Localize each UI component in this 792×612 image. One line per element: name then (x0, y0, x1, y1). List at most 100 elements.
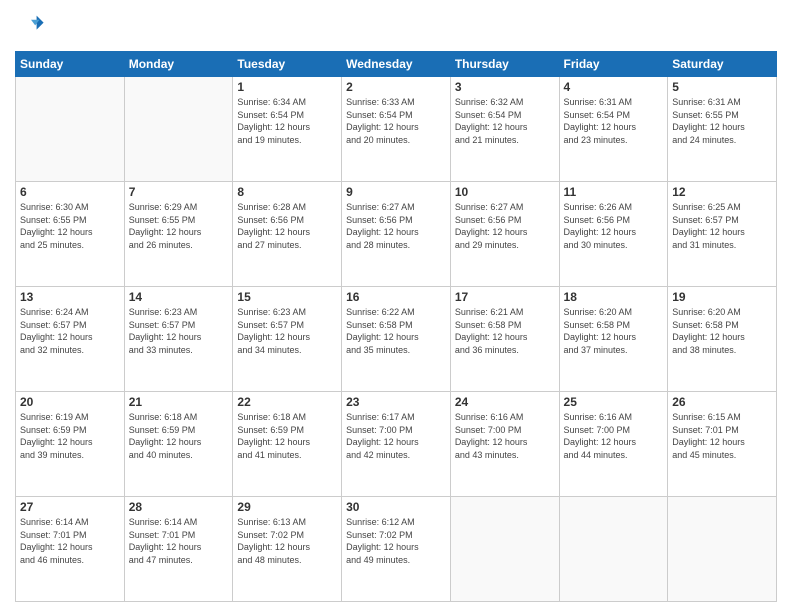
day-number: 12 (672, 185, 772, 199)
day-info: Sunrise: 6:13 AM Sunset: 7:02 PM Dayligh… (237, 516, 337, 566)
calendar-cell: 8 Sunrise: 6:28 AM Sunset: 6:56 PM Daylig… (233, 182, 342, 287)
calendar-cell: 28 Sunrise: 6:14 AM Sunset: 7:01 PM Dayli… (124, 497, 233, 602)
calendar-cell: 2 Sunrise: 6:33 AM Sunset: 6:54 PM Daylig… (342, 77, 451, 182)
day-number: 22 (237, 395, 337, 409)
calendar-week-1: 1Sunrise: 6:34 AM Sunset: 6:54 PM Daylig… (16, 77, 777, 182)
calendar-cell: 10 Sunrise: 6:27 AM Sunset: 6:56 PM Dayli… (450, 182, 559, 287)
day-info: Sunrise: 6:28 AM Sunset: 6:56 PM Dayligh… (237, 201, 337, 251)
day-info: Sunrise: 6:18 AM Sunset: 6:59 PM Dayligh… (237, 411, 337, 461)
day-info: Sunrise: 6:24 AM Sunset: 6:57 PM Dayligh… (20, 306, 120, 356)
calendar-cell: 26 Sunrise: 6:15 AM Sunset: 7:01 PM Dayli… (668, 392, 777, 497)
calendar-week-2: 6Sunrise: 6:30 AM Sunset: 6:55 PM Daylig… (16, 182, 777, 287)
calendar-cell: 20 Sunrise: 6:19 AM Sunset: 6:59 PM Dayli… (16, 392, 125, 497)
calendar-week-3: 13 Sunrise: 6:24 AM Sunset: 6:57 PM Dayli… (16, 287, 777, 392)
calendar-cell (16, 77, 125, 182)
day-info: Sunrise: 6:16 AM Sunset: 7:00 PM Dayligh… (564, 411, 664, 461)
day-info: Sunrise: 6:18 AM Sunset: 6:59 PM Dayligh… (129, 411, 229, 461)
calendar-cell: 23Sunrise: 6:17 AM Sunset: 7:00 PM Dayli… (342, 392, 451, 497)
day-number: 2 (346, 80, 446, 94)
day-number: 28 (129, 500, 229, 514)
calendar-week-4: 20 Sunrise: 6:19 AM Sunset: 6:59 PM Dayli… (16, 392, 777, 497)
calendar-header-monday: Monday (124, 52, 233, 77)
day-info: Sunrise: 6:26 AM Sunset: 6:56 PM Dayligh… (564, 201, 664, 251)
calendar-cell: 14 Sunrise: 6:23 AM Sunset: 6:57 PM Dayli… (124, 287, 233, 392)
calendar-header-row: SundayMondayTuesdayWednesdayThursdayFrid… (16, 52, 777, 77)
day-number: 16 (346, 290, 446, 304)
day-number: 15 (237, 290, 337, 304)
calendar-cell: 4Sunrise: 6:31 AM Sunset: 6:54 PM Daylig… (559, 77, 668, 182)
day-info: Sunrise: 6:33 AM Sunset: 6:54 PM Dayligh… (346, 96, 446, 146)
calendar-header-wednesday: Wednesday (342, 52, 451, 77)
calendar-cell (450, 497, 559, 602)
calendar-cell: 27Sunrise: 6:14 AM Sunset: 7:01 PM Dayli… (16, 497, 125, 602)
day-info: Sunrise: 6:12 AM Sunset: 7:02 PM Dayligh… (346, 516, 446, 566)
calendar-header-friday: Friday (559, 52, 668, 77)
calendar-cell: 6Sunrise: 6:30 AM Sunset: 6:55 PM Daylig… (16, 182, 125, 287)
calendar-cell: 13 Sunrise: 6:24 AM Sunset: 6:57 PM Dayli… (16, 287, 125, 392)
calendar-cell: 12 Sunrise: 6:25 AM Sunset: 6:57 PM Dayli… (668, 182, 777, 287)
calendar-cell: 30 Sunrise: 6:12 AM Sunset: 7:02 PM Dayli… (342, 497, 451, 602)
day-number: 10 (455, 185, 555, 199)
calendar-cell: 5Sunrise: 6:31 AM Sunset: 6:55 PM Daylig… (668, 77, 777, 182)
day-info: Sunrise: 6:16 AM Sunset: 7:00 PM Dayligh… (455, 411, 555, 461)
day-info: Sunrise: 6:22 AM Sunset: 6:58 PM Dayligh… (346, 306, 446, 356)
day-info: Sunrise: 6:20 AM Sunset: 6:58 PM Dayligh… (564, 306, 664, 356)
day-info: Sunrise: 6:15 AM Sunset: 7:01 PM Dayligh… (672, 411, 772, 461)
calendar-cell: 19 Sunrise: 6:20 AM Sunset: 6:58 PM Dayli… (668, 287, 777, 392)
calendar-cell: 7 Sunrise: 6:29 AM Sunset: 6:55 PM Daylig… (124, 182, 233, 287)
day-number: 19 (672, 290, 772, 304)
day-info: Sunrise: 6:20 AM Sunset: 6:58 PM Dayligh… (672, 306, 772, 356)
day-info: Sunrise: 6:27 AM Sunset: 6:56 PM Dayligh… (455, 201, 555, 251)
calendar-week-5: 27Sunrise: 6:14 AM Sunset: 7:01 PM Dayli… (16, 497, 777, 602)
calendar-cell (668, 497, 777, 602)
day-info: Sunrise: 6:27 AM Sunset: 6:56 PM Dayligh… (346, 201, 446, 251)
day-number: 11 (564, 185, 664, 199)
day-info: Sunrise: 6:32 AM Sunset: 6:54 PM Dayligh… (455, 96, 555, 146)
day-number: 21 (129, 395, 229, 409)
calendar-header-thursday: Thursday (450, 52, 559, 77)
day-info: Sunrise: 6:14 AM Sunset: 7:01 PM Dayligh… (129, 516, 229, 566)
calendar-cell: 15 Sunrise: 6:23 AM Sunset: 6:57 PM Dayli… (233, 287, 342, 392)
calendar-cell: 22 Sunrise: 6:18 AM Sunset: 6:59 PM Dayli… (233, 392, 342, 497)
calendar-table: SundayMondayTuesdayWednesdayThursdayFrid… (15, 51, 777, 602)
calendar-cell: 1Sunrise: 6:34 AM Sunset: 6:54 PM Daylig… (233, 77, 342, 182)
day-info: Sunrise: 6:25 AM Sunset: 6:57 PM Dayligh… (672, 201, 772, 251)
day-info: Sunrise: 6:19 AM Sunset: 6:59 PM Dayligh… (20, 411, 120, 461)
day-number: 23 (346, 395, 446, 409)
day-number: 20 (20, 395, 120, 409)
day-number: 4 (564, 80, 664, 94)
calendar-cell: 29Sunrise: 6:13 AM Sunset: 7:02 PM Dayli… (233, 497, 342, 602)
day-number: 25 (564, 395, 664, 409)
logo-icon (17, 10, 45, 38)
day-number: 5 (672, 80, 772, 94)
day-number: 9 (346, 185, 446, 199)
header (15, 10, 777, 43)
day-number: 18 (564, 290, 664, 304)
day-info: Sunrise: 6:29 AM Sunset: 6:55 PM Dayligh… (129, 201, 229, 251)
day-number: 7 (129, 185, 229, 199)
calendar-cell: 25 Sunrise: 6:16 AM Sunset: 7:00 PM Dayli… (559, 392, 668, 497)
day-info: Sunrise: 6:23 AM Sunset: 6:57 PM Dayligh… (237, 306, 337, 356)
calendar-header-sunday: Sunday (16, 52, 125, 77)
calendar-cell: 11 Sunrise: 6:26 AM Sunset: 6:56 PM Dayli… (559, 182, 668, 287)
day-number: 1 (237, 80, 337, 94)
calendar-header-saturday: Saturday (668, 52, 777, 77)
day-number: 30 (346, 500, 446, 514)
calendar-cell: 16 Sunrise: 6:22 AM Sunset: 6:58 PM Dayli… (342, 287, 451, 392)
calendar-cell (559, 497, 668, 602)
calendar-cell: 17 Sunrise: 6:21 AM Sunset: 6:58 PM Dayli… (450, 287, 559, 392)
day-number: 6 (20, 185, 120, 199)
day-number: 8 (237, 185, 337, 199)
calendar-cell: 24Sunrise: 6:16 AM Sunset: 7:00 PM Dayli… (450, 392, 559, 497)
logo (15, 10, 45, 43)
day-info: Sunrise: 6:21 AM Sunset: 6:58 PM Dayligh… (455, 306, 555, 356)
day-number: 14 (129, 290, 229, 304)
day-number: 26 (672, 395, 772, 409)
day-info: Sunrise: 6:23 AM Sunset: 6:57 PM Dayligh… (129, 306, 229, 356)
calendar-cell: 9 Sunrise: 6:27 AM Sunset: 6:56 PM Daylig… (342, 182, 451, 287)
day-number: 17 (455, 290, 555, 304)
calendar-cell: 3 Sunrise: 6:32 AM Sunset: 6:54 PM Daylig… (450, 77, 559, 182)
day-number: 3 (455, 80, 555, 94)
day-number: 13 (20, 290, 120, 304)
page: SundayMondayTuesdayWednesdayThursdayFrid… (0, 0, 792, 612)
